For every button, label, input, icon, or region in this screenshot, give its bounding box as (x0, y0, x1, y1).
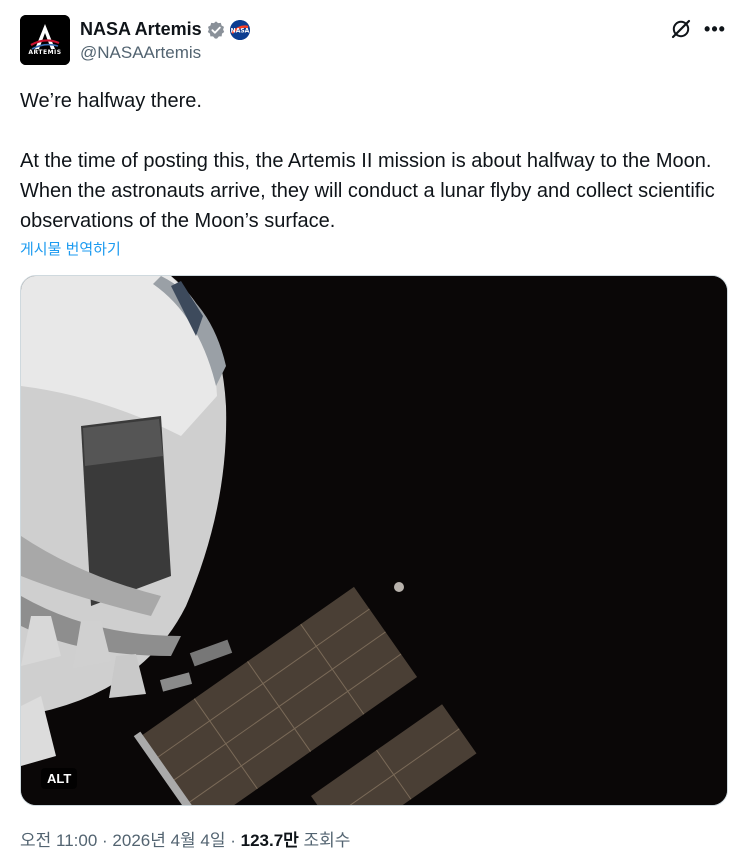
tweet-image[interactable]: ALT (20, 275, 728, 806)
more-icon[interactable]: ••• (702, 16, 728, 42)
orion-spacecraft-photo (21, 276, 727, 805)
tweet-header: ARTEMIS NASA Artemis NASA @NASAArtemis •… (20, 14, 728, 66)
tweet-text: We’re halfway there. At the time of post… (20, 86, 728, 236)
tweet-paragraph-2: At the time of posting this, the Artemis… (20, 150, 715, 232)
display-name[interactable]: NASA Artemis (80, 19, 202, 40)
tweet-time[interactable]: 오전 11:00 (20, 831, 97, 850)
handle[interactable]: @NASAArtemis (80, 43, 250, 63)
meta-separator: · (97, 831, 113, 850)
author-block: NASA Artemis NASA @NASAArtemis (80, 18, 250, 63)
alt-badge[interactable]: ALT (41, 768, 78, 789)
svg-text:NASA: NASA (230, 27, 249, 34)
tweet-paragraph-1: We’re halfway there. (20, 90, 202, 112)
avatar-text: ARTEMIS (28, 49, 62, 56)
views-label: 조회수 (298, 831, 351, 850)
views-count[interactable]: 123.7만 (241, 831, 299, 850)
verified-badge-icon[interactable] (206, 20, 226, 40)
grok-icon[interactable] (668, 16, 694, 42)
tweet-meta: 오전 11:00 · 2026년 4월 4일 · 123.7만 조회수 (20, 826, 350, 851)
name-row: NASA Artemis NASA (80, 18, 250, 42)
translate-link[interactable]: 게시물 번역하기 (20, 238, 121, 259)
tweet-date[interactable]: 2026년 4월 4일 (112, 831, 225, 850)
moon-dot (394, 582, 404, 592)
nasa-meatball-icon[interactable]: NASA (229, 19, 250, 40)
header-actions: ••• (668, 16, 728, 42)
meta-separator: · (225, 831, 241, 850)
avatar[interactable]: ARTEMIS (20, 15, 70, 65)
artemis-logo-icon (20, 15, 70, 65)
